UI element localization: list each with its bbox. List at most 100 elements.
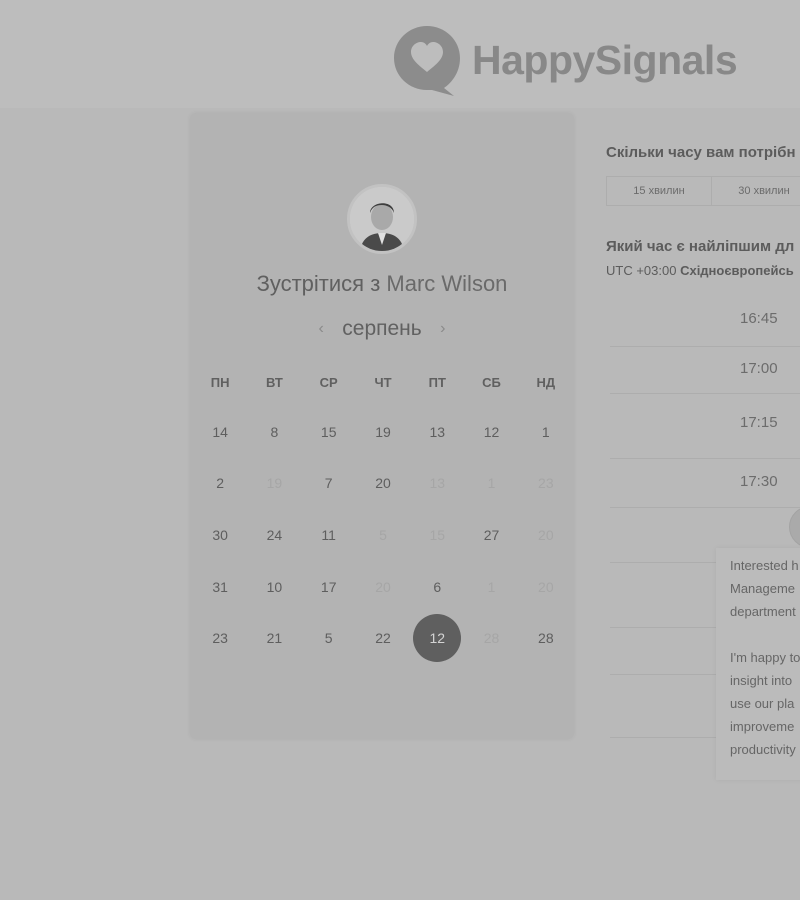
weekday-label: ПН	[210, 375, 230, 390]
calendar-day[interactable]: 7	[302, 459, 356, 507]
calendar-day-number: 27	[483, 526, 500, 543]
calendar-day[interactable]: 28	[519, 614, 573, 662]
calendar-day[interactable]: 19	[356, 408, 410, 456]
calendar-day: 20	[519, 563, 573, 611]
weekday-label: НД	[536, 375, 556, 390]
calendar-day[interactable]: 1	[519, 408, 573, 456]
calendar-day[interactable]: 20	[356, 459, 410, 507]
calendar-day[interactable]: 5	[302, 614, 356, 662]
weekday-label: СБ	[482, 375, 501, 390]
calendar-day-number: 20	[538, 526, 554, 543]
brand-logo[interactable]: HappySignals	[392, 24, 738, 98]
calendar-day[interactable]: 24	[247, 511, 301, 559]
calendar-day-number: 15	[429, 526, 446, 543]
calendar-grid: 14 8 15 19 13 12 1 2 19 7 20 13 1 23 30 24 11 5 15 27 20 31 10…	[193, 406, 573, 664]
popup-line: department	[730, 604, 796, 619]
calendar-day-number: 10	[266, 578, 283, 595]
header-bar: HappySignals	[0, 0, 800, 108]
popup-line: Manageme	[730, 581, 796, 596]
calendar-day[interactable]: 8	[247, 408, 301, 456]
duration-option-15[interactable]: 15 хвилин	[607, 177, 712, 205]
calendar-day[interactable]: 27	[464, 511, 518, 559]
calendar-week-row: 30 24 11 5 15 27 20	[193, 509, 573, 561]
calendar-day: 19	[247, 459, 301, 507]
calendar-day[interactable]: 6	[410, 563, 464, 611]
calendar-day: 1	[464, 563, 518, 611]
calendar-day[interactable]: 2	[193, 459, 247, 507]
calendar-day[interactable]: 15	[302, 408, 356, 456]
calendar-day-number: 23	[212, 630, 228, 647]
calendar-day: 13	[410, 459, 464, 507]
calendar-day-number: 19	[375, 423, 391, 440]
calendar-day-number: 28	[483, 630, 500, 647]
calendar-day[interactable]: 23	[193, 614, 247, 662]
month-navigator: ‹ серпень ›	[190, 317, 574, 341]
calendar-day[interactable]: 17	[302, 563, 356, 611]
calendar-day-selected[interactable]: 12	[410, 614, 464, 663]
timezone-offset: UTC +03:00	[606, 263, 677, 278]
calendar-day-number: 17	[320, 578, 337, 595]
timezone-label[interactable]: UTC +03:00 Східноєвропейсь	[606, 263, 794, 278]
calendar-day-number: 5	[324, 630, 333, 647]
chat-popup[interactable]: Interested h Manageme department I'm hap…	[716, 548, 800, 780]
duration-option-30[interactable]: 30 хвилин	[712, 177, 800, 205]
calendar-day: 20	[519, 511, 573, 559]
calendar-day-number: 20	[375, 578, 391, 595]
host-name: Marc Wilson	[386, 271, 508, 296]
calendar-day-number: 22	[375, 630, 391, 647]
time-slot-label: 17:30	[740, 473, 778, 490]
person-photo-icon	[350, 187, 414, 251]
weekday-label: ЧТ	[374, 375, 392, 390]
meeting-title: Зустрітися з Marc Wilson	[190, 271, 574, 297]
time-slot[interactable]: 17:30	[610, 459, 800, 508]
calendar-day-number: 19	[266, 475, 283, 492]
calendar-day[interactable]: 14	[193, 408, 247, 456]
popup-line: insight into	[730, 673, 793, 688]
calendar-day-number: 15	[320, 423, 337, 440]
calendar-day[interactable]: 22	[356, 614, 410, 662]
calendar-day-number: 21	[266, 630, 283, 647]
duration-question: Скільки часу вам потрібн	[606, 144, 796, 161]
calendar-day[interactable]: 13	[410, 408, 464, 456]
duration-selector: 15 хвилин 30 хвилин	[606, 176, 800, 206]
month-label: серпень	[342, 317, 422, 340]
chat-launcher-button[interactable]	[789, 506, 800, 548]
calendar-week-row: 31 10 17 20 6 1 20	[193, 561, 573, 613]
calendar-day: 23	[519, 459, 573, 507]
calendar-day-number: 24	[266, 526, 283, 543]
calendar-day: 1	[464, 459, 518, 507]
calendar-day[interactable]: 12	[464, 408, 518, 456]
calendar-day[interactable]: 10	[247, 563, 301, 611]
calendar-day-number: 1	[541, 423, 550, 440]
calendar-day: 5	[356, 511, 410, 559]
calendar-day-number: 12	[483, 423, 500, 440]
time-slot-list: 16:45 17:00 17:15 17:30	[610, 294, 800, 508]
calendar-day-number: 31	[212, 578, 228, 595]
calendar-day-number: 8	[270, 423, 279, 440]
calendar-day-number: 28	[538, 630, 554, 647]
chevron-right-icon[interactable]: ›	[440, 320, 445, 338]
calendar-day-number: 20	[538, 578, 554, 595]
avatar	[347, 184, 417, 254]
calendar-day-number: 12	[413, 614, 462, 663]
time-slot[interactable]: 16:45	[610, 294, 800, 347]
calendar-day[interactable]: 31	[193, 563, 247, 611]
time-question: Який час є найліпшим дл	[606, 238, 795, 255]
calendar-day[interactable]: 11	[302, 511, 356, 559]
calendar-day[interactable]: 21	[247, 614, 301, 662]
calendar-day-number: 7	[324, 475, 333, 492]
calendar-day-number: 13	[429, 423, 446, 440]
time-slot[interactable]: 17:00	[610, 347, 800, 394]
weekday-label: ПТ	[428, 375, 446, 390]
calendar-day-number: 2	[216, 475, 225, 492]
calendar-day-number: 13	[429, 475, 446, 492]
calendar-day-number: 20	[375, 475, 391, 492]
chevron-left-icon[interactable]: ‹	[318, 320, 323, 338]
time-slot[interactable]: 17:15	[610, 394, 800, 459]
calendar-week-row: 2 19 7 20 13 1 23	[193, 458, 573, 510]
weekday-label: СР	[319, 375, 338, 390]
brand-name: HappySignals	[472, 36, 738, 83]
popup-line: Interested h	[730, 558, 799, 573]
calendar-day[interactable]: 30	[193, 511, 247, 559]
calendar-day-number: 14	[212, 423, 228, 440]
